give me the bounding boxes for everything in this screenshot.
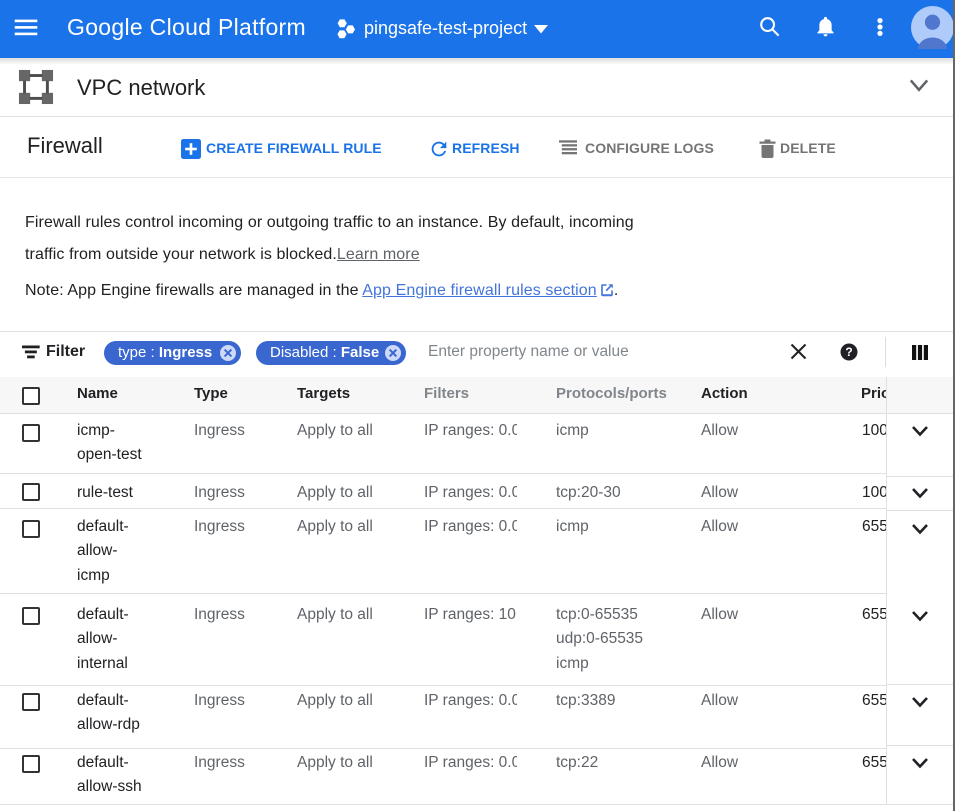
svg-text:?: ? bbox=[845, 345, 852, 359]
